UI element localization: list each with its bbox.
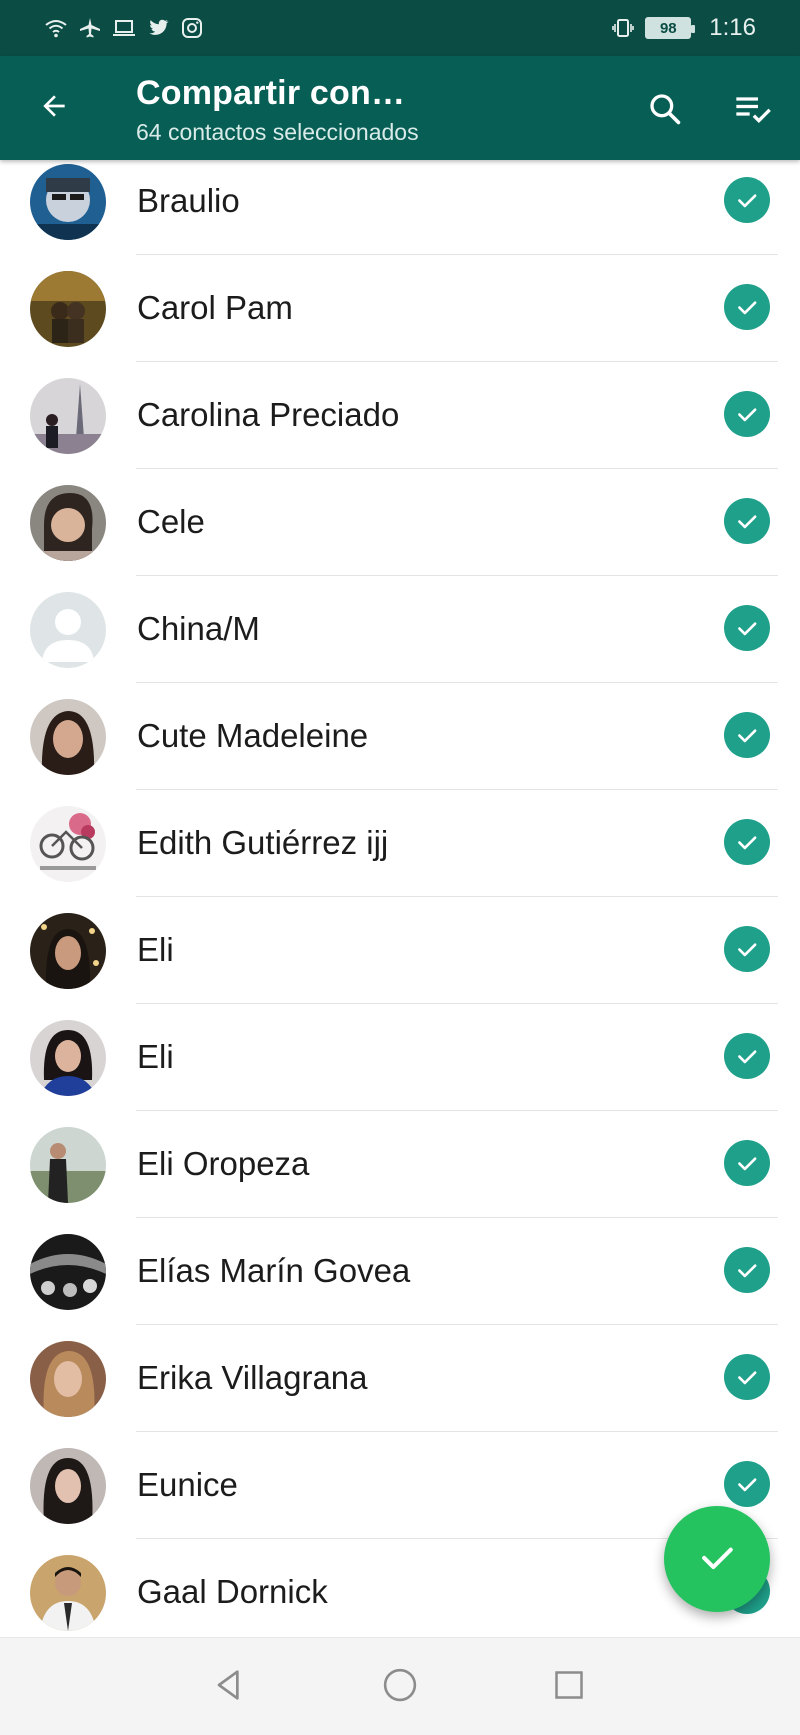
avatar [30, 699, 106, 775]
selected-check-icon[interactable] [724, 926, 770, 972]
contact-name: Eli [137, 931, 174, 968]
contact-name: Elías Marín Govea [137, 1252, 411, 1289]
contact-row[interactable]: Eli [0, 897, 800, 1004]
app-bar: Compartir con… 64 contactos seleccionado… [0, 56, 800, 160]
status-left-icons [44, 16, 204, 40]
nav-recent-icon [549, 1665, 589, 1710]
contact-name: Gaal Dornick [137, 1573, 328, 1610]
contact-row[interactable]: Eli Oropeza [0, 1111, 800, 1218]
page-title: Compartir con… [136, 74, 406, 112]
contact-name: Cele [137, 503, 205, 540]
system-nav-bar [0, 1637, 800, 1735]
clock: 1:16 [709, 14, 756, 41]
contact-name: Eunice [137, 1466, 238, 1503]
nav-recent-button[interactable] [546, 1664, 592, 1710]
contact-name: Braulio [137, 182, 240, 219]
contact-name: Carol Pam [137, 289, 293, 326]
vibrate-icon [611, 16, 635, 40]
contact-row[interactable]: Braulio [0, 154, 800, 255]
selected-check-icon[interactable] [724, 605, 770, 651]
check-icon [695, 1535, 739, 1584]
contact-name: Edith Gutiérrez ijj [137, 824, 389, 861]
search-icon [646, 90, 684, 133]
instagram-icon [180, 16, 204, 40]
contact-row[interactable]: China/M [0, 576, 800, 683]
selected-check-icon[interactable] [724, 391, 770, 437]
twitter-icon [146, 16, 170, 40]
default-avatar [30, 592, 106, 668]
selected-check-icon[interactable] [724, 284, 770, 330]
contact-row[interactable]: Erika Villagrana [0, 1325, 800, 1432]
arrow-left-icon [38, 90, 70, 127]
title-block: Compartir con… 64 contactos seleccionado… [136, 74, 419, 146]
avatar [30, 913, 106, 989]
selected-check-icon[interactable] [724, 1354, 770, 1400]
selected-check-icon[interactable] [724, 819, 770, 865]
nav-home-icon [379, 1664, 421, 1711]
contact-name: Eli [137, 1038, 174, 1075]
battery-icon: 98 [645, 17, 696, 39]
avatar [30, 485, 106, 561]
avatar [30, 1234, 106, 1310]
avatar [30, 1555, 106, 1631]
selected-check-icon[interactable] [724, 498, 770, 544]
selected-check-icon[interactable] [724, 1247, 770, 1293]
contact-row[interactable]: Cute Madeleine [0, 683, 800, 790]
contact-list: Braulio Carol Pam Carolina Preciado Cele… [0, 154, 800, 1637]
send-fab-button[interactable] [664, 1506, 770, 1612]
contact-name: Erika Villagrana [137, 1359, 368, 1396]
contact-row[interactable]: Elías Marín Govea [0, 1218, 800, 1325]
contact-row[interactable]: Edith Gutiérrez ijj [0, 790, 800, 897]
avatar [30, 806, 106, 882]
avatar [30, 1127, 106, 1203]
select-all-button[interactable] [728, 86, 778, 136]
selected-check-icon[interactable] [724, 1140, 770, 1186]
contact-name: Eli Oropeza [137, 1145, 310, 1182]
nav-back-button[interactable] [206, 1664, 252, 1710]
selected-check-icon[interactable] [724, 1461, 770, 1507]
selected-check-icon[interactable] [724, 177, 770, 223]
contact-name: China/M [137, 610, 260, 647]
avatar [30, 378, 106, 454]
nav-home-button[interactable] [377, 1664, 423, 1710]
status-bar: 98 1:16 [0, 0, 800, 56]
airplane-icon [78, 16, 102, 40]
contact-row[interactable]: Cele [0, 469, 800, 576]
contact-row[interactable]: Eli [0, 1004, 800, 1111]
avatar [30, 1341, 106, 1417]
search-button[interactable] [640, 86, 690, 136]
wifi-icon [44, 16, 68, 40]
contact-name: Carolina Preciado [137, 396, 400, 433]
selected-check-icon[interactable] [724, 712, 770, 758]
avatar [30, 271, 106, 347]
nav-back-icon [209, 1665, 249, 1710]
select-all-icon [733, 89, 773, 134]
selection-count: 64 contactos seleccionados [136, 119, 419, 145]
contact-name: Cute Madeleine [137, 717, 369, 754]
laptop-icon [112, 16, 136, 40]
contact-row[interactable]: Carol Pam [0, 255, 800, 362]
avatar [30, 164, 106, 240]
back-button[interactable] [32, 86, 76, 130]
selected-check-icon[interactable] [724, 1033, 770, 1079]
avatar [30, 1448, 106, 1524]
avatar [30, 1020, 106, 1096]
status-right-icons: 98 1:16 [611, 14, 756, 42]
contact-row[interactable]: Carolina Preciado [0, 362, 800, 469]
